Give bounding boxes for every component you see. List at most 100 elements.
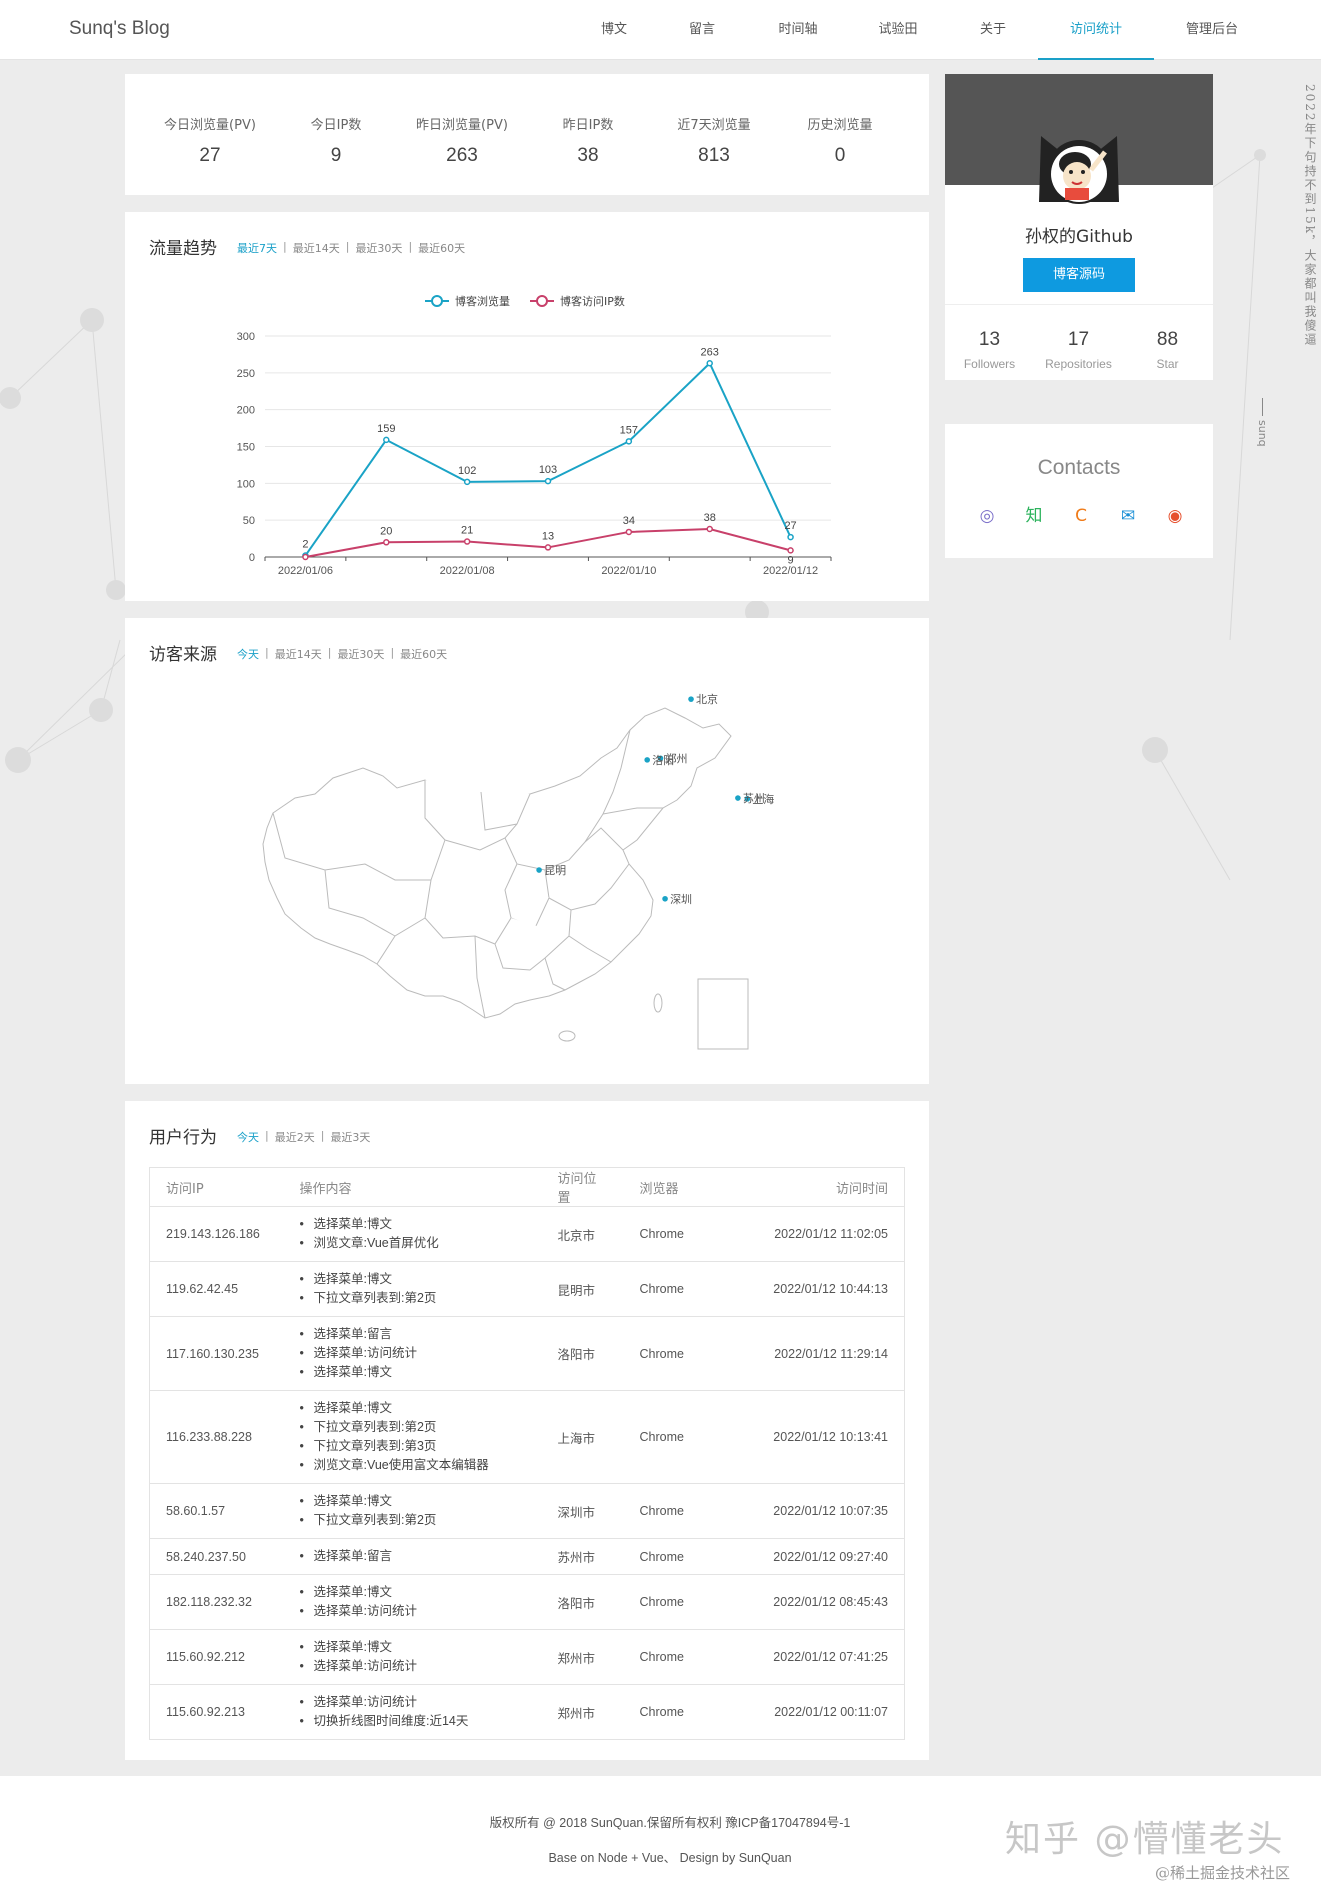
stat-label: 历史浏览量	[807, 118, 873, 133]
data-point[interactable]	[302, 553, 309, 561]
y-tick-label: 100	[237, 478, 255, 490]
city-marker[interactable]	[735, 795, 741, 801]
table-row: 115.60.92.213选择菜单:访问统计切换折线图时间维度:近14天郑州市C…	[149, 1684, 905, 1740]
cell-browser: Chrome	[623, 1574, 734, 1630]
data-label: 103	[539, 464, 557, 476]
github-stat-star[interactable]: 88 Star	[1123, 329, 1212, 371]
data-point[interactable]	[383, 436, 390, 444]
nav-menu: 博文 留言 时间轴 试验田 关于 访问统计 管理后台	[572, 0, 1270, 60]
op-item: 选择菜单:博文	[300, 1270, 526, 1289]
nav-item-timeline[interactable]: 时间轴	[748, 0, 848, 60]
stat-7day-pv: 近7天浏览量 813	[651, 74, 777, 167]
col-header-ops: 操作内容	[283, 1167, 542, 1207]
table-header-row: 访问IP 操作内容 访问位置 浏览器 访问时间	[149, 1167, 905, 1207]
data-point[interactable]	[463, 478, 471, 486]
y-tick-label: 0	[249, 552, 255, 564]
nav-item-lab[interactable]: 试验田	[848, 0, 948, 60]
nav-item-message[interactable]: 留言	[656, 0, 748, 60]
series-line	[304, 361, 792, 557]
city-label: 苏州	[743, 792, 765, 805]
data-label: 159	[377, 423, 395, 435]
data-label: 27	[784, 520, 796, 532]
zhihu-watermark: 知乎 @懵懂老头	[1005, 1819, 1285, 1860]
blog-source-button[interactable]: 博客源码	[1023, 258, 1135, 292]
city-label: 昆明	[544, 864, 566, 877]
legend-item[interactable]: 博客浏览量	[425, 294, 510, 308]
x-tick-label: 2022/01/06	[278, 565, 333, 577]
avatar[interactable]	[1027, 114, 1131, 204]
cell-ops: 选择菜单:博文下拉文章列表到:第2页下拉文章列表到:第3页浏览文章:Vue使用富…	[283, 1390, 542, 1484]
data-point[interactable]	[787, 533, 794, 541]
op-item: 选择菜单:博文	[300, 1638, 526, 1657]
github-stat-followers[interactable]: 13 Followers	[945, 329, 1034, 371]
stat-value: 9	[330, 145, 342, 166]
cell-ip: 182.118.232.32	[149, 1574, 284, 1630]
stats-card: 今日浏览量(PV) 27 今日IP数 9 昨日浏览量(PV) 263 昨日IP数…	[125, 74, 929, 195]
data-label: 21	[461, 525, 473, 537]
op-item: 选择菜单:访问统计	[300, 1602, 526, 1621]
legend-item[interactable]: 博客访问IP数	[530, 294, 625, 308]
nav-item-admin[interactable]: 管理后台	[1154, 0, 1270, 60]
cell-browser: Chrome	[623, 1538, 734, 1575]
data-point[interactable]	[625, 528, 633, 536]
data-point[interactable]	[544, 544, 552, 551]
data-point[interactable]	[463, 538, 471, 545]
table-row: 117.160.130.235选择菜单:留言选择菜单:访问统计选择菜单:博文洛阳…	[149, 1316, 905, 1391]
city-marker[interactable]	[644, 757, 650, 763]
github-stat-repositories[interactable]: 17 Repositories	[1034, 329, 1123, 371]
city-label: 深圳	[670, 893, 692, 906]
city-marker[interactable]	[536, 867, 542, 873]
stat-label: 近7天浏览量	[677, 118, 751, 133]
table-row: 119.62.42.45选择菜单:博文下拉文章列表到:第2页昆明市Chrome2…	[149, 1261, 905, 1317]
legend-marker	[536, 295, 548, 307]
nav-item-blog[interactable]: 博文	[572, 0, 656, 60]
range-tab-today[interactable]: 今天	[237, 1129, 259, 1145]
cell-location: 深圳市	[541, 1483, 624, 1539]
op-item: 下拉文章列表到:第2页	[300, 1511, 526, 1530]
nav-item-stats[interactable]: 访问统计	[1038, 0, 1154, 60]
nav-item-about[interactable]: 关于	[948, 0, 1038, 60]
col-header-location: 访问位置	[541, 1167, 624, 1207]
email-icon[interactable]: ✉	[1116, 504, 1140, 528]
table-row: 219.143.126.186选择菜单:博文浏览文章:Vue首屏优化北京市Chr…	[149, 1206, 905, 1262]
brand-logo[interactable]: Sunq's Blog	[69, 18, 170, 40]
github-icon[interactable]: ◎	[975, 504, 999, 528]
table-row: 58.240.237.50 选择菜单:留言苏州市Chrome2022/01/12 …	[149, 1538, 905, 1575]
op-item: 选择菜单:博文	[300, 1215, 526, 1234]
city-marker[interactable]	[662, 895, 668, 902]
data-label: 102	[458, 465, 476, 477]
city-label: 洛阳	[652, 753, 674, 767]
weibo-icon[interactable]: ◉	[1163, 504, 1187, 528]
behavior-title: 用户行为	[149, 1128, 217, 1148]
op-item: 选择菜单:博文	[300, 1492, 526, 1511]
cell-time: 2022/01/12 11:02:05	[733, 1206, 905, 1262]
cell-location: 昆明市	[541, 1261, 624, 1317]
juejin-watermark: @稀土掘金技术社区	[1155, 1864, 1291, 1882]
data-point[interactable]	[383, 539, 390, 546]
y-tick-label: 200	[237, 405, 255, 417]
data-point[interactable]	[706, 360, 713, 367]
csdn-icon[interactable]: C	[1069, 504, 1093, 528]
data-point[interactable]	[625, 438, 633, 445]
cell-ops: 选择菜单:博文下拉文章列表到:第2页	[283, 1483, 542, 1539]
range-tab-3d[interactable]: 最近3天	[330, 1129, 370, 1145]
data-label: 263	[701, 346, 719, 358]
stat-yesterday-pv: 昨日浏览量(PV) 263	[399, 74, 525, 167]
cell-time: 2022/01/12 11:29:14	[733, 1316, 905, 1391]
op-item: 选择菜单:访问统计	[300, 1657, 526, 1676]
data-point[interactable]	[787, 547, 794, 554]
stat-value: 27	[199, 145, 221, 166]
range-tab-2d[interactable]: 最近2天	[275, 1129, 315, 1145]
x-tick-label: 2022/01/12	[763, 565, 818, 577]
contacts-title: Contacts	[1037, 456, 1121, 479]
city-label: 北京	[696, 692, 718, 706]
cell-location: 上海市	[541, 1390, 624, 1484]
data-point[interactable]	[706, 525, 713, 533]
city-marker[interactable]	[688, 696, 694, 702]
github-title[interactable]: 孙权的Github	[945, 222, 1213, 247]
behavior-table-body: 219.143.126.186选择菜单:博文浏览文章:Vue首屏优化北京市Chr…	[149, 1206, 905, 1740]
stat-label: Star	[1156, 357, 1179, 371]
cell-ip: 219.143.126.186	[149, 1206, 284, 1262]
zhihu-icon[interactable]: 知	[1022, 504, 1046, 528]
data-point[interactable]	[544, 477, 552, 485]
